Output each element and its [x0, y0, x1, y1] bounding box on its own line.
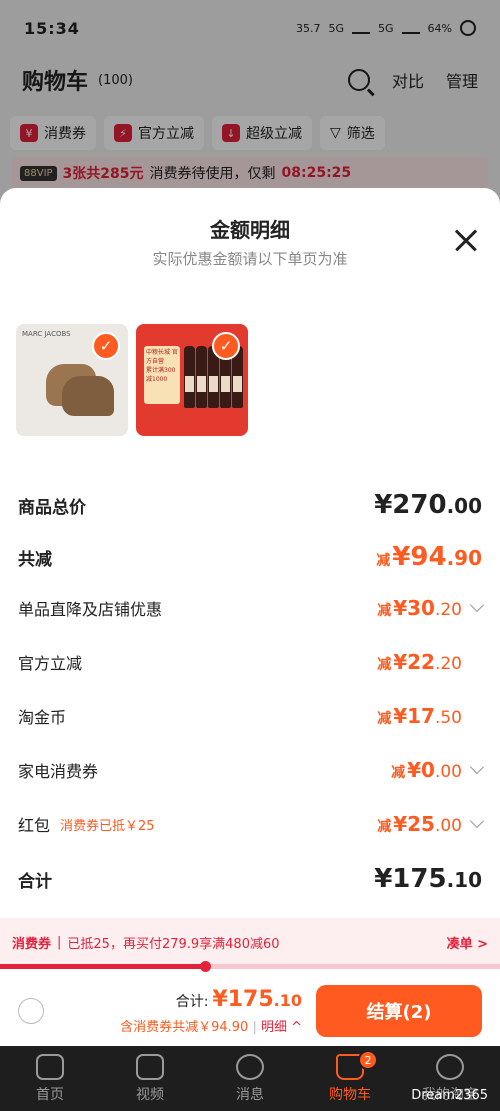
nav-home[interactable]: 首页 [0, 1046, 100, 1111]
nav-messages[interactable]: 消息 [200, 1046, 300, 1111]
row-item-discount[interactable]: 单品直降及店铺优惠 减 ¥30.20 [0, 596, 500, 620]
select-all-radio[interactable] [18, 998, 44, 1024]
chevron-down-icon[interactable] [469, 813, 485, 829]
row-subtotal: 合计 ¥175.10 [18, 864, 482, 894]
watermark: Dream2365 [411, 1088, 488, 1103]
sheet-subtitle: 实际优惠金额请以下单页为准 [152, 250, 348, 268]
close-icon[interactable] [454, 228, 478, 252]
wine-bottle [196, 346, 207, 408]
chevron-down-icon[interactable] [469, 759, 485, 775]
sheet-title: 金额明细 [210, 218, 290, 242]
total-label: 合计: [175, 994, 209, 1010]
message-icon [236, 1053, 264, 1080]
total-price: ¥175.10 [212, 987, 302, 1012]
row-appliance-coupon[interactable]: 家电消费券 减 ¥0.00 [0, 758, 500, 782]
checkmark-icon[interactable]: ✓ [212, 332, 240, 360]
wine-promo-panel: 中粮长城 官方自营 累计满300减1000 [144, 346, 180, 404]
cart-badge: 2 [358, 1050, 378, 1070]
row-total-price: 商品总价 ¥270.00 [18, 490, 482, 520]
boot-image-2 [62, 376, 114, 416]
home-icon [36, 1053, 64, 1080]
product-thumb-boot[interactable]: MARC JACOBS ✓ [16, 324, 128, 436]
chevron-down-icon[interactable] [469, 597, 485, 613]
total-reduce-value: 减 ¥94.90 [376, 542, 482, 572]
red-packet-note: 消费券已抵￥25 [60, 818, 155, 834]
product-thumbnails: MARC JACOBS ✓ 中粮长城 官方自营 累计满300减1000 ✓ [16, 324, 248, 436]
subtotal-value: ¥175.10 [374, 864, 482, 894]
bottom-nav: 首页 视频 消息 购物车 2 我的淘宝 Dream2365 [0, 1046, 500, 1111]
checkout-bar: 合计: ¥175.10 含消费券共减￥94.90 | 明细 ^ 结算(2) [0, 976, 500, 1046]
checkout-totals: 合计: ¥175.10 含消费券共减￥94.90 | 明细 ^ [120, 987, 302, 1035]
row-taojinbi: 淘金币 减 ¥17.50 [18, 704, 462, 728]
progress-fill [0, 964, 205, 969]
profile-icon [436, 1053, 464, 1080]
coupon-progress [0, 961, 500, 972]
brand-logo: MARC JACOBS [22, 330, 71, 338]
discount-text: 含消费券共减￥94.90 [120, 1020, 249, 1035]
coupon-progress-bar[interactable]: 消费券 | 已抵25，再买付279.9享满480减60 凑单 > [0, 918, 500, 966]
checkmark-icon[interactable]: ✓ [92, 332, 120, 360]
row-official-reduce: 官方立减 减 ¥22.20 [18, 650, 462, 674]
coupon-message: 已抵25，再买付279.9享满480减60 [67, 936, 280, 952]
wine-bottle [184, 346, 195, 408]
video-icon [136, 1053, 164, 1080]
row-total-reduce: 共减 减 ¥94.90 [18, 542, 482, 572]
amount-detail-sheet: 金额明细 实际优惠金额请以下单页为准 MARC JACOBS ✓ 中粮长城 官方… [0, 188, 500, 1046]
total-price-value: ¥270.00 [374, 490, 482, 520]
nav-video[interactable]: 视频 [100, 1046, 200, 1111]
add-items-link[interactable]: 凑单 > [447, 933, 488, 952]
nav-cart[interactable]: 购物车 2 [300, 1046, 400, 1111]
overlay-mask[interactable] [0, 0, 500, 200]
coupon-tag: 消费券 [12, 936, 52, 952]
row-red-packet[interactable]: 红包 消费券已抵￥25 减 ¥25.00 [0, 812, 500, 836]
checkout-button[interactable]: 结算(2) [316, 985, 482, 1037]
product-thumb-wine[interactable]: 中粮长城 官方自营 累计满300减1000 ✓ [136, 324, 248, 436]
detail-toggle[interactable]: 明细 ^ [261, 1020, 302, 1035]
progress-knob [200, 961, 211, 972]
